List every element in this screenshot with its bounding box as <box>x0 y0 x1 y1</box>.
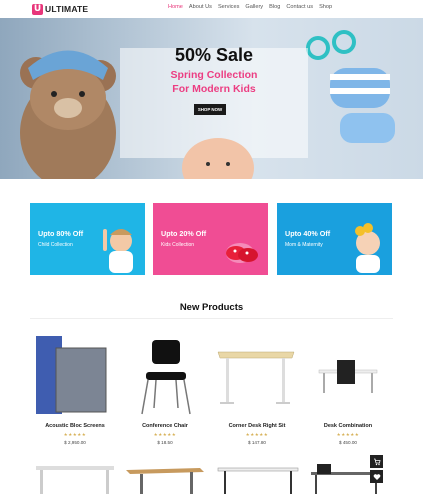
rating-stars: ★★★★★ <box>63 433 87 438</box>
nav-blog[interactable]: Blog <box>269 4 280 10</box>
promo-subtitle: Child Collection <box>38 242 73 248</box>
hero-subtitle: Spring Collection For Modern Kids <box>120 68 308 96</box>
hero-banner <box>0 18 423 179</box>
product-card[interactable]: Corner Desk Right Sit ★★★★★ $ 147.80 <box>212 330 302 455</box>
product-name[interactable]: Desk Combination <box>303 423 393 429</box>
promo-child-collection[interactable]: Upto 80% Off Child Collection <box>30 203 145 275</box>
product-price: $ 147.80 <box>248 440 266 445</box>
nav-services[interactable]: Services <box>218 4 239 10</box>
product-price: $ 18.50 <box>157 440 173 445</box>
socks-image <box>306 30 395 143</box>
product-image <box>126 468 204 494</box>
teddy-bear-image <box>20 50 116 179</box>
promo-kids-collection[interactable]: Upto 20% Off Kids Collection <box>153 203 268 275</box>
desk-combination-image <box>318 360 378 393</box>
nav-shop[interactable]: Shop <box>319 4 332 10</box>
rating-stars: ★★★★★ <box>153 433 177 438</box>
conference-chair-image <box>141 340 191 415</box>
product-name[interactable]: Acoustic Bloc Screens <box>30 423 120 429</box>
hero-subtitle-line1: Spring Collection <box>170 69 258 81</box>
logo-mark: U <box>32 3 43 15</box>
cart-icon-glyph <box>373 458 380 465</box>
product-card[interactable]: Acoustic Bloc Screens ★★★★★ $ 2,950.00 <box>30 330 120 455</box>
promo-title: Upto 80% Off <box>38 229 84 238</box>
promo-mom-maternity[interactable]: Upto 40% Off Mom & Maternity <box>277 203 392 275</box>
promo-title: Upto 20% Off <box>161 229 207 238</box>
nav-home[interactable]: Home <box>168 4 183 10</box>
hero-subtitle-line2: For Modern Kids <box>172 83 256 95</box>
shoes-image <box>226 243 258 263</box>
product-card[interactable] <box>120 458 210 494</box>
heart-icon[interactable] <box>370 470 383 483</box>
nav-gallery[interactable]: Gallery <box>245 4 263 10</box>
section-title: New Products <box>179 302 244 313</box>
site-header: U ULTIMATE Home About Us Services Galler… <box>0 0 423 18</box>
product-name[interactable]: Conference Chair <box>120 423 210 429</box>
baby-image <box>182 138 254 179</box>
nav-about-us[interactable]: About Us <box>189 4 212 10</box>
promo-subtitle: Mom & Maternity <box>285 242 323 248</box>
promo-title: Upto 40% Off <box>285 229 331 238</box>
main-nav: Home About Us Services Gallery Blog Cont… <box>168 4 332 10</box>
nav-contact-us[interactable]: Contact us <box>286 4 313 10</box>
rating-stars: ★★★★★ <box>336 433 360 438</box>
product-image <box>217 467 299 494</box>
hero-title: 50% Sale <box>174 45 254 65</box>
product-price: $ 450.00 <box>339 440 357 445</box>
acoustic-screen-image <box>36 336 107 414</box>
product-card[interactable] <box>30 458 120 494</box>
child-image <box>103 229 133 273</box>
section-divider <box>30 318 393 319</box>
corner-desk-image <box>217 351 295 404</box>
product-price: $ 2,950.00 <box>64 440 86 445</box>
product-card[interactable] <box>212 458 302 494</box>
promo-subtitle: Kids Collection <box>161 242 195 248</box>
product-image <box>36 466 114 494</box>
shop-now-button[interactable]: SHOP NOW <box>194 104 226 115</box>
logo-text: ULTIMATE <box>45 4 89 14</box>
heart-icon-glyph <box>373 473 380 480</box>
product-name[interactable]: Corner Desk Right Sit <box>212 423 302 429</box>
product-card[interactable]: Desk Combination ★★★★★ $ 450.00 <box>303 330 393 455</box>
product-card[interactable]: Conference Chair ★★★★★ $ 18.50 <box>120 330 210 455</box>
rating-stars: ★★★★★ <box>245 433 269 438</box>
cart-icon[interactable] <box>370 455 383 468</box>
baby-image <box>355 223 380 273</box>
logo[interactable]: U ULTIMATE <box>32 3 88 15</box>
